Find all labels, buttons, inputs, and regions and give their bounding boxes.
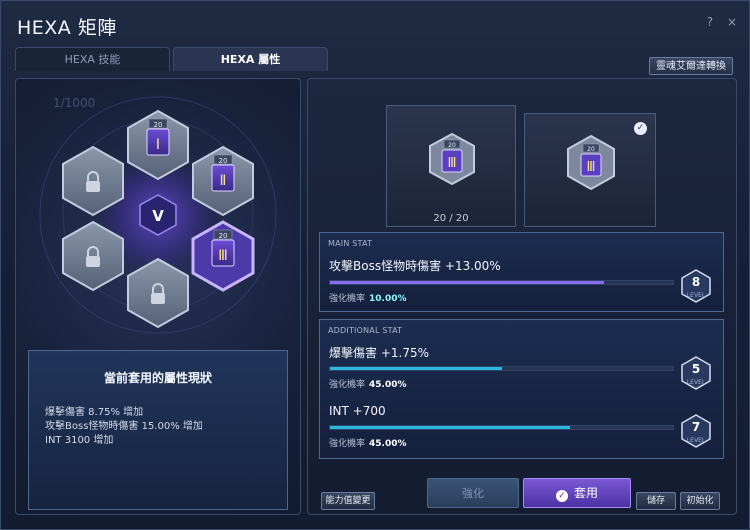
additional-stat-rate-1: 強化機率 45.00% [329,380,407,390]
svg-text:20: 20 [219,232,228,240]
main-stat-heading: MAIN STAT [328,239,373,248]
svg-text:Ⅱ: Ⅱ [220,173,227,189]
additional-stat-heading: ADDITIONAL STAT [328,326,403,335]
additional-stat-name-2: INT +700 [329,404,386,418]
check-icon: ✓ [634,122,647,135]
svg-text:Ⅲ: Ⅲ [218,248,228,264]
apply-button[interactable]: ✓ 套用 [523,478,631,508]
additional-stat-box: ADDITIONAL STAT 爆擊傷害 +1.75% 強化機率 45.00% 5… [319,319,724,459]
node-hex-icon: Ⅲ 20 [429,132,475,186]
summary-line: 爆擊傷害 8.75% 增加 [45,407,144,418]
additional-stat-progress-fill [330,426,571,429]
summary-line: 攻擊Boss怪物時傷害 15.00% 增加 [45,421,203,432]
node-card-current[interactable]: Ⅲ 20 20 / 20 [386,105,516,227]
apply-button-label: 套用 [573,486,598,500]
additional-stat-rate-2: 強化機率 45.00% [329,439,407,449]
faded-counter-text: 1/1000 [53,96,95,110]
node-level-caption: 20 / 20 [433,213,469,224]
main-stat-name: 攻擊Boss怪物時傷害 +13.00% [329,259,501,273]
hexa-matrix-window: HEXA 矩陣 ? × HEXA 技能 HEXA 屬性 靈魂艾爾達轉換 1/10… [0,0,750,530]
level-badge: 8 LEVEL [681,269,711,303]
check-icon: ✓ [555,490,568,502]
hexa-node-3-selected[interactable]: Ⅲ 20 [191,220,255,292]
svg-text:20: 20 [154,121,163,129]
main-stat-box: MAIN STAT 攻擊Boss怪物時傷害 +13.00% 強化機率 10.00%… [319,232,724,312]
summary-line: INT 3100 增加 [45,435,114,446]
main-stat-progress-fill [330,281,605,284]
svg-text:20: 20 [587,146,595,153]
enhance-button[interactable]: 強化 [427,478,519,508]
node-card-applied[interactable]: Ⅲ 20 ✓ [524,113,656,227]
reset-button[interactable]: 初始化 [680,492,720,510]
svg-text:V: V [152,207,164,225]
current-stat-summary: 當前套用的屬性現狀 爆擊傷害 8.75% 增加 攻擊Boss怪物時傷害 15.0… [28,350,288,510]
level-badge: 7 LEVEL [681,414,711,448]
svg-text:20: 20 [219,157,228,165]
additional-stat-progress-2 [329,425,674,430]
level-badge: 5 LEVEL [681,356,711,390]
change-stat-button[interactable]: 能力值變更 [321,492,375,510]
additional-stat-progress-fill [330,367,502,370]
svg-text:Ⅰ: Ⅰ [156,137,160,153]
svg-text:Ⅲ: Ⅲ [587,160,596,175]
svg-text:Ⅲ: Ⅲ [448,156,457,171]
save-button[interactable]: 儲存 [636,492,676,510]
additional-stat-progress-1 [329,366,674,371]
additional-stat-name-1: 爆擊傷害 +1.75% [329,346,429,360]
main-stat-rate: 強化機率 10.00% [329,294,407,304]
summary-title: 當前套用的屬性現狀 [103,371,212,385]
main-stat-progress [329,280,674,285]
svg-text:20: 20 [448,142,456,149]
summary-list: 爆擊傷害 8.75% 增加 攻擊Boss怪物時傷害 15.00% 增加 INT … [45,406,287,448]
